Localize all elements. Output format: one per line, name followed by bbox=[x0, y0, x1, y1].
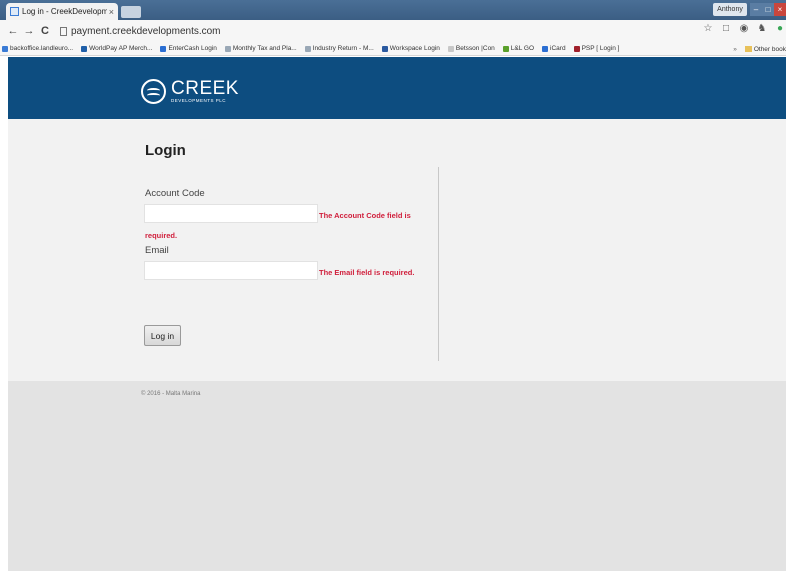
account-code-error: The Account Code field is bbox=[319, 211, 411, 220]
maximize-button[interactable]: □ bbox=[762, 3, 774, 16]
site-footer: © 2016 - Malta Marina bbox=[8, 381, 786, 571]
cast-icon[interactable]: □ bbox=[720, 23, 732, 34]
bookmark-item[interactable]: Industry Return - M... bbox=[304, 45, 374, 52]
bookmark-star-icon[interactable]: ☆ bbox=[702, 23, 714, 34]
forward-button[interactable]: → bbox=[22, 25, 36, 37]
bookmark-item[interactable]: Betsson |Con bbox=[447, 45, 495, 52]
toolbar-actions: ☆ □ ◉ ♞ ● bbox=[702, 23, 786, 34]
bookmark-favicon-icon bbox=[160, 45, 167, 52]
bookmark-favicon-icon bbox=[542, 45, 549, 52]
minimize-button[interactable]: – bbox=[750, 3, 762, 16]
logo-name: CREEK bbox=[171, 78, 239, 100]
account-code-input[interactable] bbox=[144, 204, 318, 223]
browser-titlebar: Log in - CreekDevelopme × Anthony – □ × bbox=[0, 0, 786, 20]
logo-text: CREEK DEVELOPMENTS PLC bbox=[171, 79, 239, 104]
close-window-button[interactable]: × bbox=[774, 3, 786, 16]
site-logo[interactable]: CREEK DEVELOPMENTS PLC bbox=[141, 79, 239, 104]
creek-logo-icon bbox=[141, 79, 166, 104]
web-page: CREEK DEVELOPMENTS PLC Login Account Cod… bbox=[8, 57, 786, 571]
extension-icon[interactable]: ◉ bbox=[738, 23, 750, 34]
account-code-error-continued: required. bbox=[145, 231, 178, 240]
bookmark-item[interactable]: Workspace Login bbox=[381, 45, 440, 52]
bookmark-favicon-icon bbox=[2, 45, 8, 52]
page-info-icon[interactable] bbox=[60, 26, 67, 36]
bookmarks-bar: backoffice.landleuro... WorldPay AP Merc… bbox=[0, 42, 786, 56]
email-input[interactable] bbox=[144, 261, 318, 280]
browser-toolbar: ← → C payment.creekdevelopments.com ☆ □ … bbox=[0, 20, 786, 42]
window-controls: – □ × bbox=[750, 3, 786, 16]
bookmark-favicon-icon bbox=[224, 45, 231, 52]
account-code-label: Account Code bbox=[145, 188, 205, 199]
bookmark-favicon-icon bbox=[381, 45, 388, 52]
email-label: Email bbox=[145, 245, 169, 256]
vertical-divider bbox=[438, 167, 439, 361]
extension-icon[interactable]: ● bbox=[774, 23, 786, 34]
bookmark-item[interactable]: WorldPay AP Merch... bbox=[81, 45, 152, 52]
bookmark-item[interactable]: L&L GO bbox=[502, 45, 534, 52]
bookmarks-overflow-icon[interactable]: » bbox=[733, 46, 737, 53]
page-title: Login bbox=[145, 142, 186, 159]
bookmark-favicon-icon bbox=[502, 45, 509, 52]
tab-close-icon[interactable]: × bbox=[109, 7, 114, 17]
email-error: The Email field is required. bbox=[319, 268, 415, 277]
bookmark-item[interactable]: iCard bbox=[542, 45, 566, 52]
bookmark-item[interactable]: backoffice.landleuro... bbox=[2, 45, 73, 52]
other-bookmarks-label: Other book bbox=[753, 45, 786, 53]
bookmark-favicon-icon bbox=[447, 45, 454, 52]
tab-title: Log in - CreekDevelopme bbox=[22, 7, 107, 16]
site-header: CREEK DEVELOPMENTS PLC bbox=[8, 57, 786, 119]
new-tab-button[interactable] bbox=[121, 6, 141, 18]
bookmark-favicon-icon bbox=[81, 45, 88, 52]
page-favicon-icon bbox=[10, 7, 19, 16]
bookmark-favicon-icon bbox=[304, 45, 311, 52]
login-section: Login Account Code The Account Code fiel… bbox=[8, 119, 786, 381]
address-bar[interactable]: payment.creekdevelopments.com bbox=[60, 26, 221, 37]
bookmark-favicon-icon bbox=[573, 45, 580, 52]
browser-tab[interactable]: Log in - CreekDevelopme × bbox=[6, 3, 118, 20]
copyright-text: © 2016 - Malta Marina bbox=[141, 391, 201, 397]
address-url: payment.creekdevelopments.com bbox=[71, 25, 221, 37]
bookmark-item[interactable]: Monthly Tax and Pla... bbox=[224, 45, 297, 52]
profile-button[interactable]: Anthony bbox=[713, 3, 747, 16]
bookmark-item[interactable]: EnterCash Login bbox=[160, 45, 217, 52]
back-button[interactable]: ← bbox=[6, 25, 20, 37]
login-button[interactable]: Log in bbox=[144, 325, 181, 346]
logo-subtitle: DEVELOPMENTS PLC bbox=[171, 98, 227, 104]
folder-icon bbox=[744, 46, 752, 52]
bookmark-item[interactable]: PSP [ Login ] bbox=[573, 45, 619, 52]
other-bookmarks[interactable]: » Other book bbox=[733, 42, 786, 55]
reload-button[interactable]: C bbox=[38, 25, 52, 37]
extension-icon[interactable]: ♞ bbox=[756, 23, 768, 34]
